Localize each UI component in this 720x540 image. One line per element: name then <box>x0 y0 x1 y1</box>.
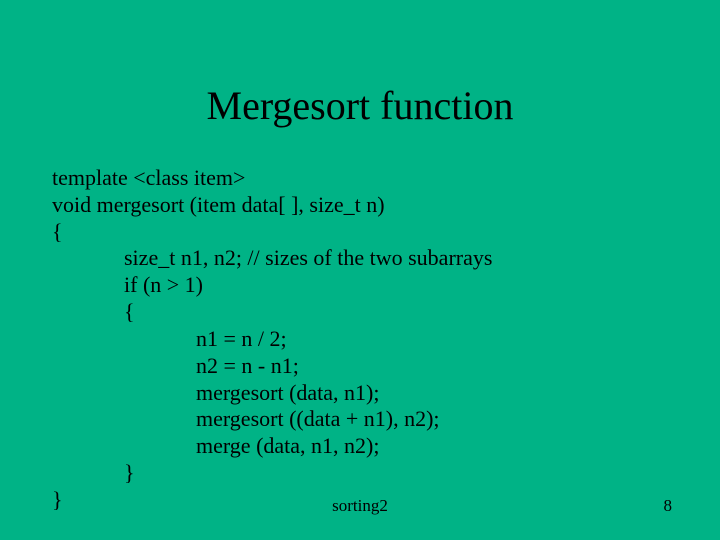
code-line: void mergesort (item data[ ], size_t n) <box>52 192 672 219</box>
code-block: template <class item> void mergesort (it… <box>52 165 672 514</box>
code-line: if (n > 1) <box>52 272 672 299</box>
code-line: n2 = n - n1; <box>52 353 672 380</box>
footer-label: sorting2 <box>0 496 720 516</box>
code-line: template <class item> <box>52 165 672 192</box>
code-line: merge (data, n1, n2); <box>52 433 672 460</box>
code-line: size_t n1, n2; // sizes of the two subar… <box>52 245 672 272</box>
slide-title: Mergesort function <box>0 82 720 129</box>
code-line: mergesort (data, n1); <box>52 380 672 407</box>
code-line: } <box>52 460 672 487</box>
code-line: mergesort ((data + n1), n2); <box>52 406 672 433</box>
slide: Mergesort function template <class item>… <box>0 0 720 540</box>
page-number: 8 <box>664 496 673 516</box>
code-line: n1 = n / 2; <box>52 326 672 353</box>
code-line: { <box>52 219 672 246</box>
code-line: { <box>52 299 672 326</box>
